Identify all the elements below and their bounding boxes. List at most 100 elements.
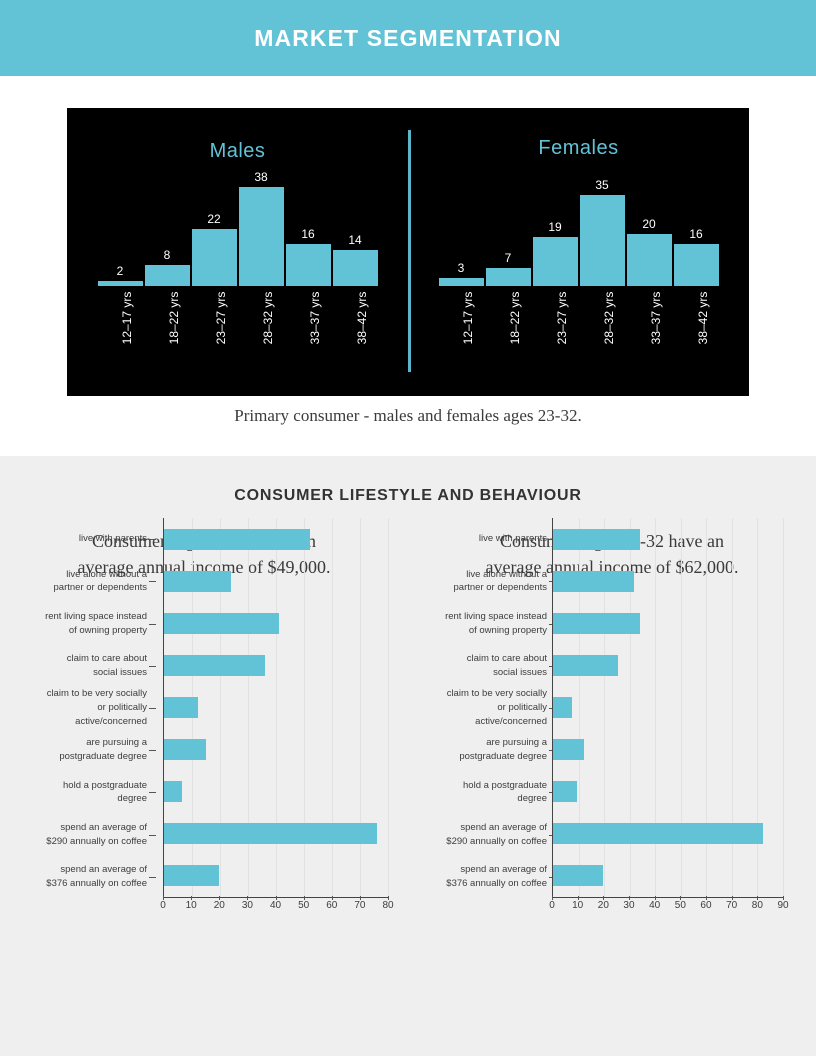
category-text: 12–17 yrs (120, 291, 134, 345)
bar-row (553, 644, 783, 686)
histogram-bar (191, 228, 237, 286)
label-line: hold a postgraduate (63, 779, 147, 791)
gridline (388, 518, 389, 897)
bar-row (553, 602, 783, 644)
category-labels-right: live with parents live alone without a par… (420, 518, 556, 898)
label-line: postgraduate degree (59, 751, 147, 763)
bar-row (553, 729, 783, 771)
histogram-category-label: 12–17 yrs (439, 288, 484, 388)
bar-value-label: 38 (254, 170, 268, 185)
horizontal-bar (164, 696, 198, 718)
histogram-bar (285, 244, 331, 286)
bar-row (164, 686, 388, 728)
histogram-bar (532, 236, 578, 286)
category-label: claim to be very socially or politically a… (420, 687, 556, 729)
histogram-column: 8 (144, 161, 190, 286)
x-tick-label: 40 (649, 900, 661, 911)
category-label: rent living space instead of owning prope… (420, 602, 556, 644)
category-label-text: live alone without a partner or dependent… (454, 568, 547, 596)
bar-row (553, 771, 783, 813)
category-label-text: live alone without a partner or dependent… (54, 568, 147, 596)
horizontal-bar (164, 654, 265, 676)
label-line: active/concerned (475, 715, 547, 727)
label-line: $376 annually on coffee (46, 877, 147, 889)
histogram-category-label: 28–32 yrs (239, 288, 284, 388)
histogram-column: 2 (97, 161, 143, 286)
lifestyle-charts-area: live with parents live alone without a par… (0, 518, 789, 938)
histogram-column: 3 (438, 161, 484, 286)
gridline (783, 518, 784, 897)
category-label: live alone without a partner or dependent… (8, 560, 156, 602)
x-tick-label: 50 (298, 900, 310, 911)
label-line: social issues (93, 666, 147, 678)
label-line: of owning property (468, 624, 547, 636)
category-label-text: spend an average of $290 annually on coff… (446, 821, 547, 849)
x-tick-label: 70 (354, 900, 366, 911)
category-label-text: are pursuing a postgraduate degree (59, 736, 147, 764)
bar-row (164, 813, 388, 855)
horizontal-bar (164, 739, 206, 761)
bar-value-label: 16 (301, 227, 315, 242)
histogram-bar (438, 278, 484, 286)
label-line: rent living space instead (445, 610, 547, 622)
horizontal-bar (553, 823, 763, 845)
x-tick-mark (331, 896, 333, 900)
histogram-bar (238, 187, 284, 286)
label-line: spend an average of (60, 821, 147, 833)
category-text: 28–32 yrs (602, 291, 616, 345)
category-label: claim to care about social issues (8, 645, 156, 687)
x-tick-label: 70 (726, 900, 738, 911)
category-label-text: spend an average of $290 annually on coff… (46, 821, 147, 849)
males-title: Males (209, 140, 266, 162)
bar-row (164, 602, 388, 644)
plot-area-left (163, 518, 389, 898)
histogram-category-label: 23–27 yrs (533, 288, 578, 388)
label-line: degree (517, 793, 547, 805)
histogram-category-label: 23–27 yrs (192, 288, 237, 388)
histogram-bar (579, 195, 625, 286)
x-tick-label: 80 (382, 900, 394, 911)
x-tick-mark (388, 896, 389, 900)
label-line: claim to care about (66, 653, 147, 664)
x-tick-label: 60 (700, 900, 712, 911)
label-line: degree (117, 793, 147, 805)
x-axis-left: 0 10 20 30 40 50 60 70 80 (160, 896, 394, 918)
horizontal-bar (553, 612, 640, 634)
consumer-lifestyle-section: CONSUMER LIFESTYLE AND BEHAVIOUR Consume… (0, 456, 816, 1056)
category-label: are pursuing a postgraduate degree (8, 729, 156, 771)
bar-row (164, 518, 388, 560)
horizontal-bar (164, 612, 279, 634)
label-line: postgraduate degree (459, 751, 547, 763)
x-tick-label: 60 (326, 900, 338, 911)
category-text: 28–32 yrs (261, 291, 275, 345)
horizontal-bar (553, 696, 573, 718)
x-tick-mark (783, 896, 784, 900)
label-line: live with parents (478, 533, 547, 545)
x-tick-mark (705, 896, 707, 900)
bar-value-label: 3 (457, 261, 465, 276)
category-label: hold a postgraduate degree (8, 771, 156, 813)
x-tick-mark (163, 896, 164, 900)
histogram-column: 16 (285, 161, 331, 286)
category-label-text: hold a postgraduate degree (63, 779, 147, 807)
histogram-bar (97, 280, 143, 286)
label-line: are pursuing a (86, 737, 147, 749)
histogram-column: 16 (673, 161, 719, 286)
females-title: Females (538, 137, 619, 159)
bar-value-label: 22 (207, 211, 221, 226)
histogram-bar (485, 267, 531, 286)
bar-row (553, 518, 783, 560)
bar-value-label: 35 (595, 178, 609, 192)
x-tick-mark (757, 896, 759, 900)
category-label-text: are pursuing a postgraduate degree (459, 736, 547, 764)
label-line: live with parents (78, 533, 147, 545)
bar-value-label: 16 (689, 227, 703, 242)
category-label-text: claim to be very socially or politically a… (447, 687, 547, 728)
x-tick-mark (603, 896, 605, 900)
horizontal-bar (164, 823, 377, 845)
category-label: live alone without a partner or dependent… (420, 560, 556, 602)
histogram-column: 20 (626, 161, 672, 286)
histogram-category-label: 38–42 yrs (674, 288, 719, 388)
x-tick-label: 10 (572, 900, 584, 911)
histogram-bar (332, 249, 378, 286)
